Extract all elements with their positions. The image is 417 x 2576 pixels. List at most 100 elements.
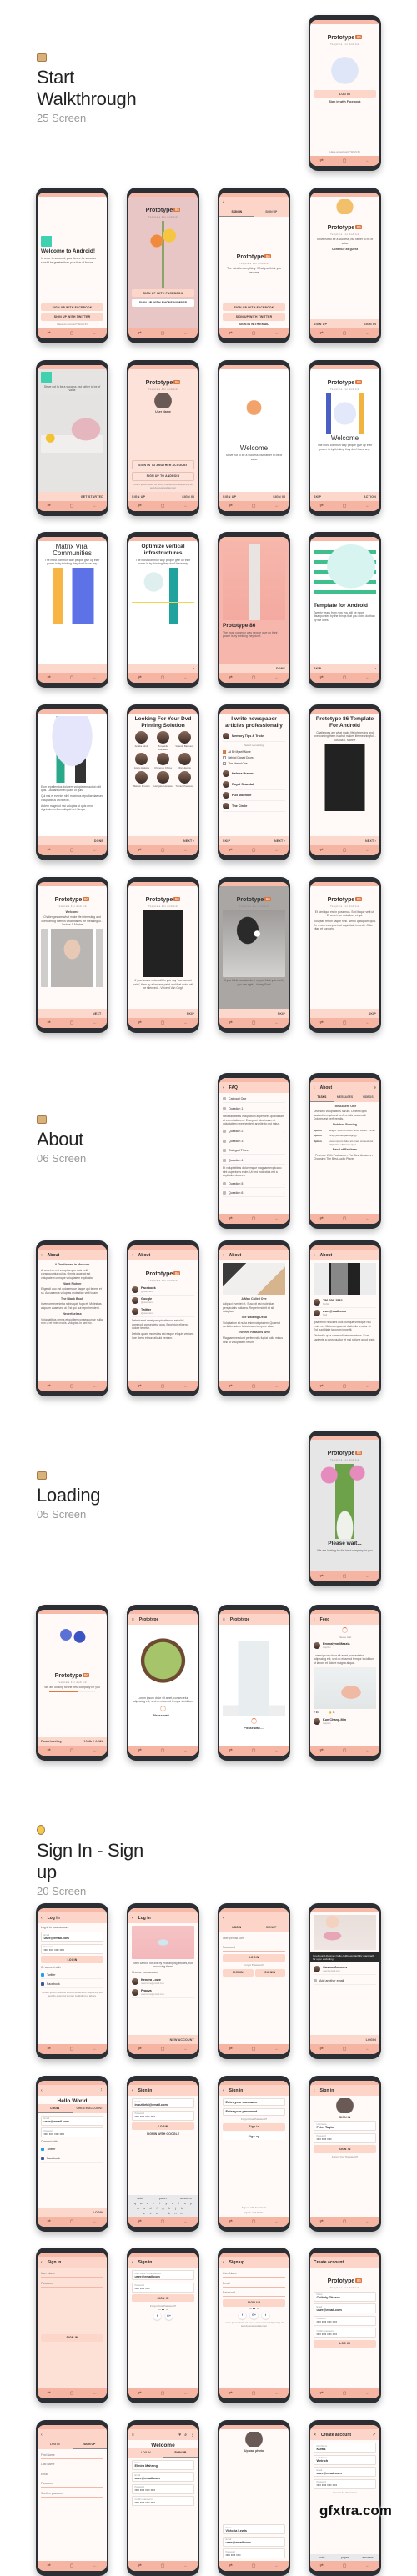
recent-apps-icon[interactable]: ⇌ [229, 1748, 233, 1753]
back-icon[interactable]: ← [365, 2219, 369, 2224]
text-field[interactable]: Password •••• •••• •••• [132, 2282, 194, 2293]
footer-right-action[interactable]: 10Mb / 44Mb [83, 1740, 103, 1743]
back-icon[interactable]: ← [274, 2047, 279, 2052]
recent-apps-icon[interactable]: ⇌ [48, 2219, 51, 2224]
key[interactable]: f [154, 2207, 159, 2210]
home-icon[interactable]: ▢ [161, 675, 165, 680]
text-field[interactable]: Password •••• •••• •••• •••• [41, 1943, 103, 1954]
back-icon[interactable]: ← [183, 2563, 188, 2568]
back-icon[interactable]: ← [274, 331, 279, 336]
social-button[interactable]: t [262, 2311, 269, 2319]
home-icon[interactable]: ▢ [161, 2047, 165, 2052]
key[interactable]: z [142, 2212, 147, 2215]
recent-apps-icon[interactable]: ⇌ [138, 2219, 142, 2224]
text-field[interactable]: Enter your username [223, 2098, 285, 2106]
tab-log-in[interactable]: LOG IN [38, 2440, 73, 2449]
link-text[interactable]: SIGN IN WITH EMAIL [223, 323, 285, 326]
back-arrow-icon[interactable]: ‹ [41, 1253, 43, 1258]
recent-apps-icon[interactable]: ⇌ [320, 504, 324, 509]
text-field[interactable]: Email user@email.com [132, 2472, 194, 2482]
home-icon[interactable]: ▢ [161, 1020, 165, 1025]
list-item[interactable]: Full Moonlite [223, 790, 285, 801]
home-icon[interactable]: ▢ [252, 1384, 256, 1389]
home-icon[interactable]: ▢ [343, 1384, 347, 1389]
link-text[interactable]: Please wait..... [132, 1714, 194, 1717]
recent-apps-icon[interactable]: ⇌ [138, 2047, 142, 2052]
link-text[interactable]: Band of Brothers [314, 1148, 376, 1151]
back-icon[interactable]: ← [93, 331, 97, 336]
tab-videos[interactable]: VIDEOS [356, 1093, 379, 1102]
back-icon[interactable]: ← [183, 675, 188, 680]
footer-right-action[interactable]: GET STARTED [81, 495, 103, 499]
list-row[interactable]: Question 1 ⌃ [223, 1105, 285, 1113]
text-field[interactable]: Enter your password [223, 2107, 285, 2116]
back-icon[interactable]: ← [274, 2391, 279, 2396]
back-icon[interactable]: ← [365, 848, 369, 853]
link-text[interactable]: Night Fighter [41, 1282, 103, 1285]
back-arrow-icon[interactable]: ‹ [132, 2088, 133, 2093]
text-field[interactable]: Email user@email.com [41, 1932, 103, 1942]
button[interactable]: SIGN UP WITH FACEBOOK [132, 289, 194, 297]
home-icon[interactable]: ▢ [343, 1574, 347, 1579]
back-icon[interactable]: ← [274, 675, 279, 680]
home-icon[interactable]: ▢ [70, 2047, 74, 2052]
home-icon[interactable]: ▢ [343, 1216, 347, 1221]
link-text[interactable]: Notches Burning [314, 1123, 376, 1126]
input-field[interactable]: Password [41, 2480, 103, 2488]
more-icon[interactable]: ⋮ [99, 2088, 103, 2093]
search-icon[interactable]: ⌕ [184, 2433, 187, 2438]
back-icon[interactable]: ← [93, 848, 97, 853]
avatar-option[interactable]: Yolanda Barrueco [174, 730, 194, 751]
recent-apps-icon[interactable]: ⇌ [320, 158, 324, 163]
back-icon[interactable]: ← [93, 2391, 97, 2396]
button[interactable]: SIGN UP TO ANDROID [132, 471, 194, 481]
key[interactable]: o [183, 2202, 188, 2205]
list-row[interactable]: Question 2 ⌄ [223, 1128, 285, 1136]
recent-apps-icon[interactable]: ⇌ [138, 1384, 142, 1389]
footer-right-action[interactable]: DONE [276, 667, 285, 670]
text-field[interactable]: Password •••• •••• •••• •••• [314, 2478, 376, 2489]
checkbox[interactable] [223, 750, 226, 754]
recent-apps-icon[interactable]: ⇌ [48, 1748, 51, 1753]
more-icon[interactable]: ⋮ [190, 2433, 194, 2438]
recent-apps-icon[interactable]: ⇌ [138, 2391, 142, 2396]
home-icon[interactable]: ▢ [343, 2563, 347, 2568]
button[interactable]: LOGIN [41, 1956, 103, 1964]
back-arrow-icon[interactable]: ‹ [314, 2088, 315, 2093]
back-arrow-icon[interactable]: ‹ [132, 1916, 133, 1921]
input-field[interactable]: Password [41, 2280, 103, 2288]
input-field[interactable]: Password [223, 2289, 285, 2297]
list-item[interactable]: Google @username [132, 1296, 194, 1306]
home-icon[interactable]: ▢ [252, 2219, 256, 2224]
footer-left-action[interactable]: SIGN UP [314, 323, 327, 326]
tab-messages[interactable]: MESSAGES [334, 1093, 357, 1102]
keyboard[interactable]: note paper answers q w e r t y u i o p a s d f g h j k l z x c v b… [128, 2195, 198, 2217]
home-icon[interactable]: ▢ [343, 331, 347, 336]
home-icon[interactable]: ▢ [161, 1384, 165, 1389]
home-icon[interactable]: ▢ [343, 848, 347, 853]
text-field[interactable]: Password •••• •••• •••• [223, 2548, 285, 2558]
input-field[interactable]: Password [223, 1944, 285, 1952]
recent-apps-icon[interactable]: ⇌ [320, 1384, 324, 1389]
list-item[interactable]: Facebook @username [132, 1285, 194, 1296]
home-icon[interactable]: ▢ [252, 1748, 256, 1753]
recent-apps-icon[interactable]: ⇌ [320, 2219, 324, 2224]
list-item[interactable]: user@mail.com Mail [314, 1308, 376, 1319]
home-icon[interactable]: ▢ [70, 504, 74, 509]
button[interactable]: SIGN UP WITH TWITTER [41, 313, 103, 321]
link-text[interactable]: The Absent One [314, 1105, 376, 1108]
suggestion[interactable]: paper [334, 2556, 356, 2559]
link-text[interactable]: Sign in with Facebook [314, 100, 376, 103]
home-icon[interactable]: ▢ [343, 675, 347, 680]
key[interactable]: c [154, 2212, 159, 2215]
back-icon[interactable]: ← [365, 2047, 369, 2052]
text-field[interactable]: Password •••• •••• •••• •••• [132, 2110, 194, 2121]
recent-apps-icon[interactable]: ⇌ [48, 504, 51, 509]
key[interactable]: t [158, 2202, 163, 2205]
home-icon[interactable]: ▢ [161, 1748, 165, 1753]
key[interactable]: q [133, 2202, 138, 2205]
home-icon[interactable]: ▢ [70, 331, 74, 336]
list-row[interactable]: Twitter [41, 1972, 103, 1979]
footer-left-action[interactable]: SKIP [223, 839, 230, 843]
home-icon[interactable]: ▢ [343, 1748, 347, 1753]
